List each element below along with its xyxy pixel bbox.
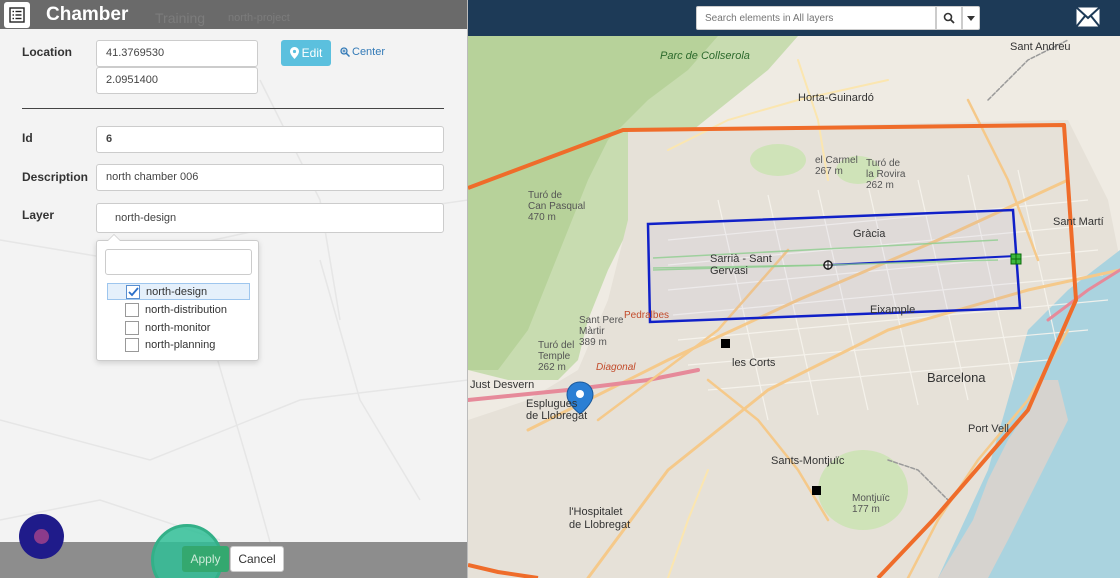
map-label-can-pasqual: Turó de Can Pasqual 470 m	[528, 190, 586, 223]
record-icon	[34, 529, 49, 544]
center-link[interactable]: Center	[340, 46, 385, 58]
checkbox-unchecked[interactable]	[125, 302, 139, 317]
map-label-la-rovira: Turó de la Rovira 262 m	[866, 158, 906, 191]
form-divider	[22, 108, 444, 109]
longitude-field[interactable]: 2.0951400	[96, 67, 258, 94]
edit-location-button[interactable]: Edit	[281, 40, 331, 66]
description-field[interactable]: north chamber 006	[96, 164, 444, 191]
map-label-sant-andreu: Sant Andreu	[1010, 41, 1071, 53]
map-topbar	[468, 0, 1120, 36]
edit-label: Edit	[301, 46, 323, 60]
center-label: Center	[352, 46, 386, 58]
layer-option-label: north-distribution	[145, 303, 227, 316]
map-label-hospitalet: l'Hospitalet de Llobregat	[569, 506, 631, 531]
list-icon	[9, 7, 25, 23]
apply-button[interactable]: Apply	[182, 546, 229, 572]
layer-option-north-design[interactable]: north-design	[107, 283, 250, 300]
checkbox-checked[interactable]	[126, 284, 140, 299]
menu-button[interactable]	[4, 2, 30, 28]
layer-option-north-distribution[interactable]: north-distribution	[107, 301, 250, 318]
latitude-field[interactable]: 41.3769530	[96, 40, 258, 67]
map-label-el-carmel: el Carmel 267 m	[815, 155, 858, 177]
map-label-sants: Sants-Montjuïc	[771, 455, 845, 467]
layer-option-north-planning[interactable]: north-planning	[107, 336, 250, 353]
layer-option-label: north-design	[146, 285, 208, 298]
map-label-just-desvern: Just Desvern	[470, 379, 535, 391]
layer-option-north-monitor[interactable]: north-monitor	[107, 319, 250, 336]
map-label-montjuic: Montjuïc 177 m	[852, 493, 890, 515]
map-label-turo-del-temple: Turó del Temple 262 m	[538, 340, 575, 373]
caret-down-icon	[967, 15, 975, 21]
id-field[interactable]: 6	[96, 126, 444, 153]
map-label-esplugues: Esplugues de Llobregat	[526, 398, 588, 422]
map-label-pedralbes: Pedralbes	[624, 310, 670, 321]
map-label-sarria: Sarrià - Sant Gervasi	[710, 253, 772, 277]
map-label-gracia: Gràcia	[853, 228, 886, 240]
id-label: Id	[22, 131, 33, 145]
description-label: Description	[22, 170, 89, 184]
map-view[interactable]: Parc de Collserola Horta-Guinardó Sant A…	[468, 0, 1120, 578]
map-label-les-corts: les Corts	[732, 357, 776, 369]
search-icon	[943, 12, 955, 24]
layer-filter-input[interactable]	[105, 249, 252, 275]
map-marker-icon	[289, 47, 299, 59]
map-label-eixample: Eixample	[870, 304, 916, 316]
search-button[interactable]	[936, 6, 962, 30]
map-label-diagonal: Diagonal	[596, 362, 636, 373]
floating-action-button[interactable]	[19, 514, 64, 559]
map-label-port-vell: Port Vell	[968, 423, 1009, 435]
panel-header: Chamber Training north-project	[0, 0, 467, 29]
checkbox-unchecked[interactable]	[125, 320, 139, 335]
map-label-barcelona: Barcelona	[927, 370, 986, 385]
checkbox-unchecked[interactable]	[125, 337, 139, 352]
map-label-collserola: Parc de Collserola	[660, 50, 750, 62]
layer-label: Layer	[22, 208, 55, 222]
search-input[interactable]	[697, 7, 935, 29]
tab-north-project[interactable]: north-project	[228, 12, 290, 24]
tab-training[interactable]: Training	[155, 10, 205, 26]
map-label-sant-marti: Sant Martí	[1053, 216, 1104, 228]
search-box[interactable]	[696, 6, 936, 30]
map-tiles	[468, 0, 1120, 578]
cancel-button[interactable]: Cancel	[230, 546, 284, 572]
search-layer-dropdown-button[interactable]	[962, 6, 980, 30]
layer-option-label: north-planning	[145, 338, 216, 351]
location-label: Location	[22, 45, 72, 59]
check-icon	[127, 286, 139, 296]
chamber-panel: Chamber Training north-project Location …	[0, 0, 468, 578]
layer-option-label: north-monitor	[145, 321, 211, 334]
map-label-sant-pere-martir: Sant Pere Màrtir 389 m	[579, 315, 624, 348]
mail-icon[interactable]	[1076, 7, 1100, 27]
layer-select[interactable]: north-design	[96, 203, 444, 233]
panel-title: Chamber	[36, 0, 139, 29]
map-label-horta: Horta-Guinardó	[798, 92, 874, 104]
zoom-in-icon	[340, 47, 350, 57]
layer-dropdown-menu: north-design north-distribution north-mo…	[96, 234, 259, 361]
